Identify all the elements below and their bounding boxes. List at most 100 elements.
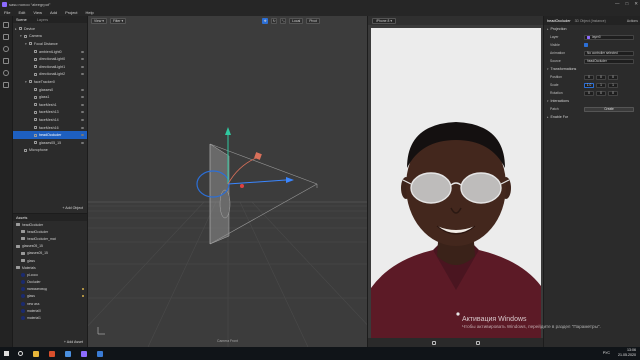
visibility-icon[interactable] — [81, 103, 84, 106]
taskbar-app-explorer[interactable] — [28, 347, 44, 360]
section-transformations[interactable]: ▾ Transformations — [544, 65, 640, 73]
maximize-button[interactable]: □ — [626, 1, 629, 7]
share-icon[interactable] — [476, 340, 480, 345]
y-axis-handle[interactable] — [225, 127, 231, 135]
visibility-icon[interactable] — [81, 126, 84, 129]
start-button[interactable] — [0, 347, 12, 360]
asset-item[interactable]: Occluder — [13, 279, 87, 286]
visibility-icon[interactable] — [81, 141, 84, 144]
pivot-toggle[interactable]: Pivot — [306, 17, 320, 24]
rotation-y[interactable]: 0 — [596, 90, 606, 96]
tab-scene[interactable]: Scene — [16, 18, 27, 22]
patch-editor-icon[interactable] — [3, 46, 9, 52]
add-object-button[interactable]: + Add Object — [62, 206, 83, 210]
visibility-icon[interactable] — [81, 65, 84, 68]
asset-item[interactable]: headOccluder_mat — [13, 235, 87, 242]
scene-tree-item[interactable]: directionalLight2 — [13, 71, 87, 79]
taskbar-app-1[interactable] — [44, 347, 60, 360]
scene-tree-item[interactable]: Microphone — [13, 147, 87, 155]
rotation-x[interactable]: 0 — [584, 90, 594, 96]
position-y[interactable]: 0 — [596, 74, 606, 80]
animation-select[interactable]: No controller selected — [584, 50, 634, 56]
visible-checkbox[interactable] — [584, 43, 588, 47]
scene-viewport[interactable]: View ▾ Filter ▾ ✥ ↻ ⤡ Local Pivot Camera… — [88, 16, 367, 347]
scene-tree-item[interactable]: faceMesh1 — [13, 101, 87, 109]
menu-add[interactable]: Add — [50, 10, 57, 15]
section-interactions[interactable]: ▾ Interactions — [544, 97, 640, 105]
asset-item[interactable]: material1 — [13, 314, 87, 321]
capture-icon[interactable] — [432, 340, 436, 345]
scene-tree-item[interactable]: ▾ faceTracker0 — [13, 78, 87, 86]
position-x[interactable]: 0 — [584, 74, 594, 80]
source-field[interactable]: headOccluder — [584, 58, 634, 64]
visibility-icon[interactable] — [81, 111, 84, 114]
tab-layers[interactable]: Layers — [37, 18, 48, 22]
layers-icon[interactable] — [3, 34, 9, 40]
scene-tree-item[interactable]: faceMesh14 — [13, 116, 87, 124]
test-on-device-icon[interactable] — [3, 70, 9, 76]
viewport-canvas[interactable] — [88, 16, 367, 347]
scene-tree-item[interactable]: headOccluder — [13, 131, 87, 139]
position-z[interactable]: 0 — [608, 74, 618, 80]
scene-icon[interactable] — [3, 22, 9, 28]
asset-item[interactable]: headOccluder — [13, 228, 87, 235]
taskbar-app-4[interactable] — [92, 347, 108, 360]
device-selector[interactable]: iPhone 8 ▾ — [372, 17, 397, 24]
scene-tree-item[interactable]: glass1 — [13, 93, 87, 101]
scene-tree-item[interactable]: ▾ Camera — [13, 33, 87, 41]
asset-item[interactable]: glass — [13, 293, 87, 300]
section-enable-for[interactable]: ▸ Enable For — [544, 113, 640, 121]
scene-tree-item[interactable]: directionalLight1 — [13, 63, 87, 71]
visibility-icon[interactable] — [81, 118, 84, 121]
scene-tree-item[interactable]: directionalLight0 — [13, 55, 87, 63]
asset-item[interactable]: material0 — [13, 307, 87, 314]
visibility-icon[interactable] — [81, 50, 84, 53]
scene-tree-item[interactable]: ambientLight0 — [13, 48, 87, 56]
menu-project[interactable]: Project — [65, 10, 77, 15]
language-indicator[interactable]: РУС — [603, 351, 610, 355]
visibility-icon[interactable] — [81, 58, 84, 61]
rotation-z[interactable]: 0 — [608, 90, 618, 96]
move-tool-icon[interactable]: ✥ — [262, 17, 269, 24]
create-patch-button[interactable]: Create — [584, 106, 634, 112]
asset-item[interactable]: glass — [13, 257, 87, 264]
taskbar-app-spark[interactable] — [76, 347, 92, 360]
scale-z[interactable]: 1 — [608, 82, 618, 88]
rotate-tool-icon[interactable]: ↻ — [271, 17, 278, 24]
scale-tool-icon[interactable]: ⤡ — [280, 17, 287, 24]
scale-y[interactable]: 1 — [596, 82, 606, 88]
visibility-icon[interactable] — [81, 96, 84, 99]
asset-item[interactable]: glasses05_15 — [13, 250, 87, 257]
upload-icon[interactable] — [3, 82, 9, 88]
scene-tree-item[interactable]: ▸ Device — [13, 25, 87, 33]
assets-icon[interactable] — [3, 58, 9, 64]
visibility-icon[interactable] — [81, 88, 84, 91]
menu-edit[interactable]: Edit — [18, 10, 25, 15]
asset-item[interactable]: headOccluder — [13, 221, 87, 228]
scene-tree-item[interactable]: glasses0 — [13, 86, 87, 94]
filter-dropdown[interactable]: Filter ▾ — [109, 17, 127, 24]
scene-tree-item[interactable]: faceMesh13 — [13, 109, 87, 117]
clock[interactable]: 13:06 21.05.2020 — [618, 348, 636, 358]
asset-item[interactable]: нанизатовод — [13, 286, 87, 293]
visibility-icon[interactable] — [81, 73, 84, 76]
menu-file[interactable]: File — [4, 10, 10, 15]
menu-help[interactable]: Help — [86, 10, 94, 15]
scene-tree-item[interactable]: ▾ Focal Distance — [13, 40, 87, 48]
local-toggle[interactable]: Local — [289, 17, 304, 24]
asset-item[interactable]: glasses05_15 — [13, 243, 87, 250]
scene-tree-item[interactable]: faceMesh16 — [13, 124, 87, 132]
z-axis-handle[interactable] — [286, 177, 294, 183]
close-button[interactable]: ✕ — [634, 1, 638, 7]
view-dropdown[interactable]: View ▾ — [91, 17, 107, 24]
taskbar-search-icon[interactable] — [12, 347, 28, 360]
scale-x[interactable]: 1.0 — [584, 82, 594, 88]
visibility-icon[interactable] — [81, 134, 84, 137]
menu-view[interactable]: View — [33, 10, 42, 15]
actions-menu[interactable]: Actions — [627, 19, 640, 23]
layer-select[interactable]: layer0 — [584, 34, 634, 40]
section-projection[interactable]: ▸ Projection — [544, 25, 640, 33]
minimize-button[interactable]: — — [615, 1, 620, 7]
asset-item[interactable]: Materials — [13, 264, 87, 271]
scene-tree-item[interactable]: glasses05_15 — [13, 139, 87, 147]
